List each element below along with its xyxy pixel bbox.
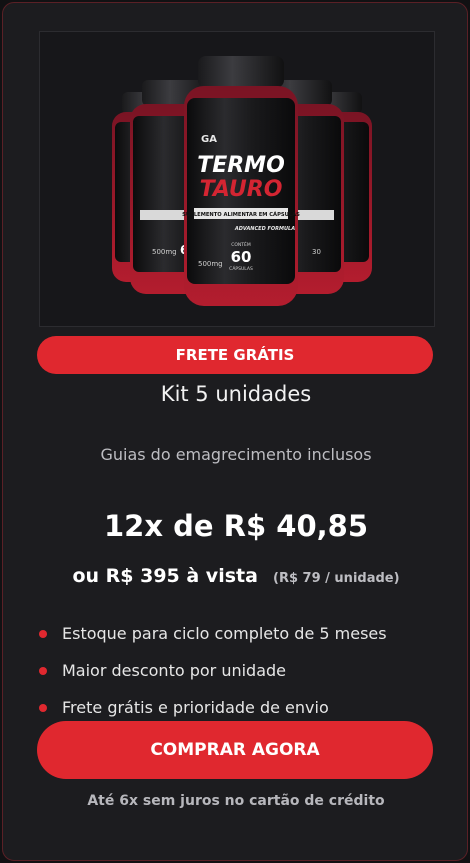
list-item: Maior desconto por unidade	[37, 652, 437, 689]
free-shipping-badge: FRETE GRÁTIS	[37, 336, 433, 374]
product-image: 500mg 60 30 GA TERMO TAURO SUPLEMENTO AL…	[39, 31, 435, 327]
bottle-front: GA TERMO TAURO SUPLEMENTO ALIMENTAR EM C…	[182, 56, 300, 306]
bottle-subtitle: SUPLEMENTO ALIMENTAR EM CÁPSULAS	[182, 211, 300, 218]
bottle-title-1: TERMO	[197, 153, 285, 178]
bottle-formula: ADVANCED FORMULA	[234, 226, 295, 232]
cash-price-row: ou R$ 395 à vista (R$ 79 / unidade)	[1, 565, 470, 587]
benefit-text: Estoque para ciclo completo de 5 meses	[62, 624, 387, 643]
unit-price: (R$ 79 / unidade)	[273, 571, 400, 586]
svg-text:30: 30	[312, 248, 321, 256]
svg-text:500mg: 500mg	[152, 248, 177, 256]
bottle-weight: 500mg	[198, 260, 223, 268]
benefit-text: Frete grátis e prioridade de envio	[62, 698, 329, 717]
brand-logo: GA	[201, 134, 217, 145]
benefits-list: Estoque para ciclo completo de 5 meses M…	[37, 615, 437, 726]
guides-included-text: Guias do emagrecimento inclusos	[100, 445, 372, 464]
installment-price: 12x de R$ 40,85	[103, 509, 369, 543]
bullet-dot-icon	[39, 703, 47, 712]
offer-card: 500mg 60 30 GA TERMO TAURO SUPLEMENTO AL…	[2, 2, 468, 861]
bottle-count-unit: CÁPSULAS	[229, 265, 253, 272]
list-item: Estoque para ciclo completo de 5 meses	[37, 615, 437, 652]
bullet-dot-icon	[39, 666, 47, 675]
bullet-dot-icon	[39, 629, 47, 638]
payment-terms-note: Até 6x sem juros no cartão de crédito	[87, 793, 385, 809]
buy-now-button[interactable]: COMPRAR AGORA	[37, 721, 433, 779]
kit-title: Kit 5 unidades	[160, 382, 312, 406]
bottle-title-2: TAURO	[200, 177, 283, 202]
bottle-count: 60	[231, 248, 252, 266]
cash-price: ou R$ 395 à vista	[72, 565, 258, 587]
benefit-text: Maior desconto por unidade	[62, 661, 287, 680]
